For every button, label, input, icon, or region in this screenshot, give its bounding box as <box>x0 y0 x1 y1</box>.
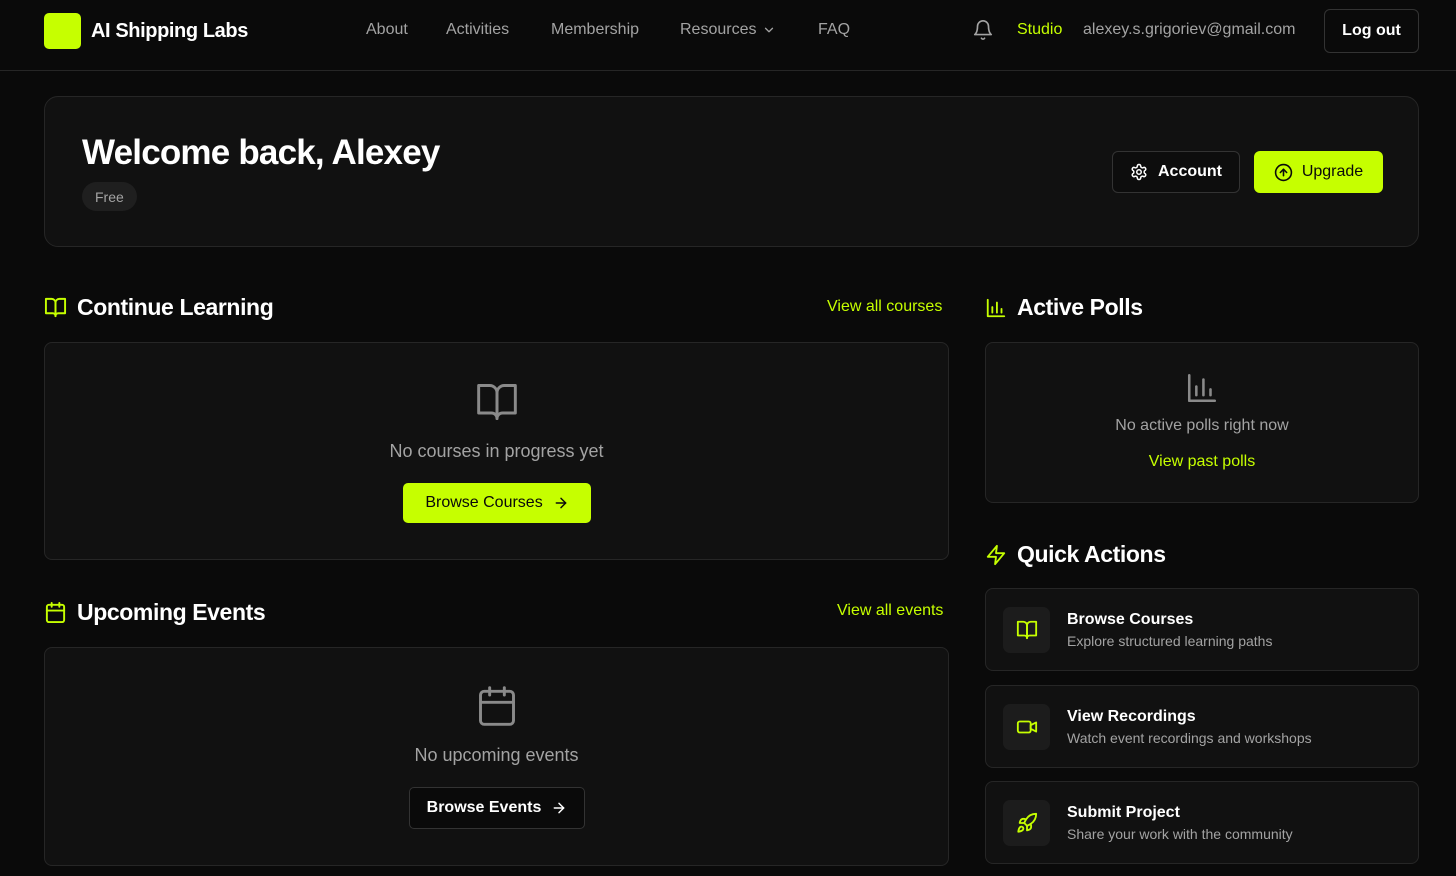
qa-title: Browse Courses <box>1067 611 1194 628</box>
nav-resources-label: Resources <box>680 21 757 38</box>
qa-subtitle: Explore structured learning paths <box>1067 633 1273 649</box>
qa-title: Submit Project <box>1067 804 1180 821</box>
upgrade-button[interactable]: Upgrade <box>1254 151 1383 193</box>
chevron-down-icon <box>765 27 774 33</box>
browse-courses-button[interactable]: Browse Courses <box>403 483 591 523</box>
book-open-icon <box>476 384 517 420</box>
quick-action-submit-project[interactable]: Submit Project Share your work with the … <box>985 781 1419 864</box>
nav-membership[interactable]: Membership <box>551 21 639 39</box>
continue-learning-header: Continue Learning <box>44 294 274 321</box>
quick-action-view-recordings[interactable]: View Recordings Watch event recordings a… <box>985 685 1419 768</box>
user-email: alexey.s.grigoriev@gmail.com <box>1083 21 1296 38</box>
polls-empty-text: No active polls right now <box>1115 417 1289 434</box>
arrow-right-icon <box>555 497 567 509</box>
active-polls-header: Active Polls <box>985 294 1143 321</box>
qa-subtitle: Share your work with the community <box>1067 826 1293 842</box>
polls-empty-card: No active polls right now View past poll… <box>985 342 1419 503</box>
quick-actions-title: Quick Actions <box>1017 541 1166 567</box>
gear-icon <box>1131 163 1147 181</box>
bar-chart-icon <box>1187 373 1217 403</box>
account-button-label: Account <box>1158 163 1222 180</box>
browse-courses-label: Browse Courses <box>425 494 543 511</box>
video-icon <box>1016 720 1037 734</box>
arrow-up-circle-icon <box>1274 163 1293 181</box>
nav-activities[interactable]: Activities <box>446 21 509 39</box>
qa-icon-box <box>1003 607 1050 653</box>
qa-subtitle: Watch event recordings and workshops <box>1067 730 1312 746</box>
courses-empty-card: No courses in progress yet Browse Course… <box>44 342 949 560</box>
upgrade-button-label: Upgrade <box>1301 163 1364 180</box>
courses-empty-text: No courses in progress yet <box>389 441 604 461</box>
events-empty-card: No upcoming events Browse Events <box>44 647 949 866</box>
nav-about[interactable]: About <box>366 21 408 39</box>
welcome-title: Welcome back, Alexey <box>82 133 440 172</box>
top-navbar: AI Shipping Labs About Activities Member… <box>0 0 1456 71</box>
nav-faq[interactable]: FAQ <box>818 21 850 39</box>
welcome-card: Welcome back, Alexey Free Account Upgrad… <box>44 96 1419 247</box>
view-all-courses-link[interactable]: View all courses <box>827 298 942 316</box>
brand-logo[interactable]: AI Shipping Labs <box>44 13 248 49</box>
notifications-bell-icon[interactable] <box>972 19 994 41</box>
quick-actions-header: Quick Actions <box>985 541 1166 568</box>
events-empty-text: No upcoming events <box>414 745 579 765</box>
calendar-icon <box>478 686 515 726</box>
qa-icon-box <box>1003 800 1050 846</box>
active-polls-title: Active Polls <box>1017 294 1143 320</box>
plan-badge: Free <box>82 182 137 211</box>
view-past-polls-link[interactable]: View past polls <box>986 453 1418 471</box>
calendar-icon <box>45 601 66 624</box>
quick-action-browse-courses[interactable]: Browse Courses Explore structured learni… <box>985 588 1419 671</box>
qa-title: View Recordings <box>1067 708 1196 725</box>
qa-icon-box <box>1003 704 1050 750</box>
browse-events-button[interactable]: Browse Events <box>409 787 585 829</box>
account-button[interactable]: Account <box>1112 151 1240 193</box>
continue-learning-title: Continue Learning <box>77 294 274 320</box>
book-open-icon <box>44 297 67 318</box>
browse-events-label: Browse Events <box>426 799 542 816</box>
book-open-icon <box>1016 620 1037 640</box>
upcoming-events-title: Upcoming Events <box>77 599 266 625</box>
lightning-icon <box>986 544 1006 565</box>
view-all-events-link[interactable]: View all events <box>837 602 943 620</box>
logout-button[interactable]: Log out <box>1324 9 1419 53</box>
upcoming-events-header: Upcoming Events <box>44 599 266 626</box>
arrow-right-icon <box>553 802 565 814</box>
rocket-icon <box>1016 812 1037 833</box>
bar-chart-icon <box>986 298 1006 317</box>
logo-mark-icon <box>44 13 81 49</box>
studio-link[interactable]: Studio <box>1017 21 1062 39</box>
nav-resources[interactable]: Resources <box>680 21 776 39</box>
brand-name: AI Shipping Labs <box>91 19 248 42</box>
